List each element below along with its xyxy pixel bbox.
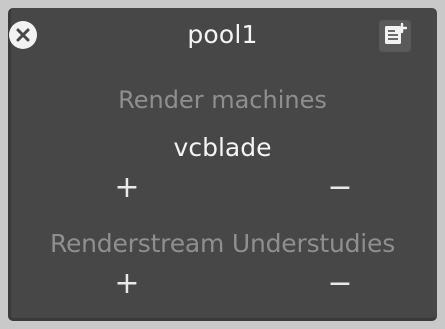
understudies-label: Renderstream Understudies [49, 229, 396, 258]
add-understudy-button[interactable]: + [112, 269, 142, 299]
render-machine-item[interactable]: vcblade [0, 131, 445, 165]
remove-render-machine-button[interactable]: − [325, 173, 355, 203]
render-machines-label: Render machines [118, 86, 327, 114]
edit-notes-icon [383, 22, 408, 50]
remove-understudy-button[interactable]: − [325, 269, 355, 299]
edit-notes-button[interactable] [379, 20, 411, 52]
add-render-machine-button[interactable]: + [112, 173, 142, 203]
